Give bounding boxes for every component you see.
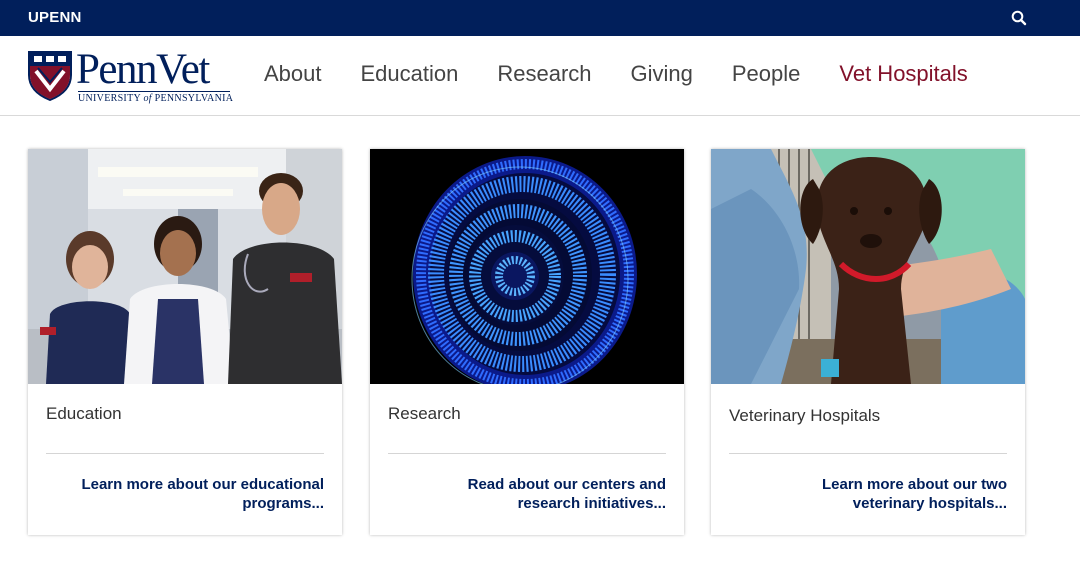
card-title: Veterinary Hospitals [729,406,881,425]
nav-education[interactable]: Education [361,61,459,87]
card-link[interactable]: Read about our centers and research init… [406,475,666,513]
card-link[interactable]: Learn more about our educational program… [64,475,324,513]
nav-vet-hospitals[interactable]: Vet Hospitals [839,61,967,87]
card-title: Research [388,404,461,423]
main-nav: About Education Research Giving People V… [264,61,968,87]
card-link[interactable]: Learn more about our two veterinary hosp… [747,475,1007,513]
students-photo[interactable] [28,149,342,384]
logo-wordmark: PennVet [76,46,210,93]
upenn-link[interactable]: UPENN [28,9,82,26]
site-header: PennVet UNIVERSITY of PENNSYLVANIA About… [0,36,1080,116]
puppy-photo[interactable] [711,149,1025,384]
nav-people[interactable]: People [732,61,801,87]
card-title: Education [46,404,122,423]
divider [46,453,324,454]
utility-bar: UPENN [0,0,1080,36]
research-card[interactable]: Research Read about our centers and rese… [370,149,684,535]
search-icon[interactable] [1010,9,1028,27]
nav-research[interactable]: Research [497,61,591,87]
divider [388,453,666,454]
spiral-tissue-microscopy[interactable] [370,149,684,384]
hospitals-card[interactable]: Veterinary Hospitals Learn more about ou… [711,149,1025,535]
nav-giving[interactable]: Giving [631,61,693,87]
penn-shield-icon [28,51,72,101]
pennvet-logo[interactable]: PennVet UNIVERSITY of PENNSYLVANIA [28,46,234,104]
logo-subtitle: UNIVERSITY of PENNSYLVANIA [78,91,234,104]
nav-about[interactable]: About [264,61,322,87]
divider [729,453,1007,454]
education-card[interactable]: Education Learn more about our education… [28,149,342,535]
